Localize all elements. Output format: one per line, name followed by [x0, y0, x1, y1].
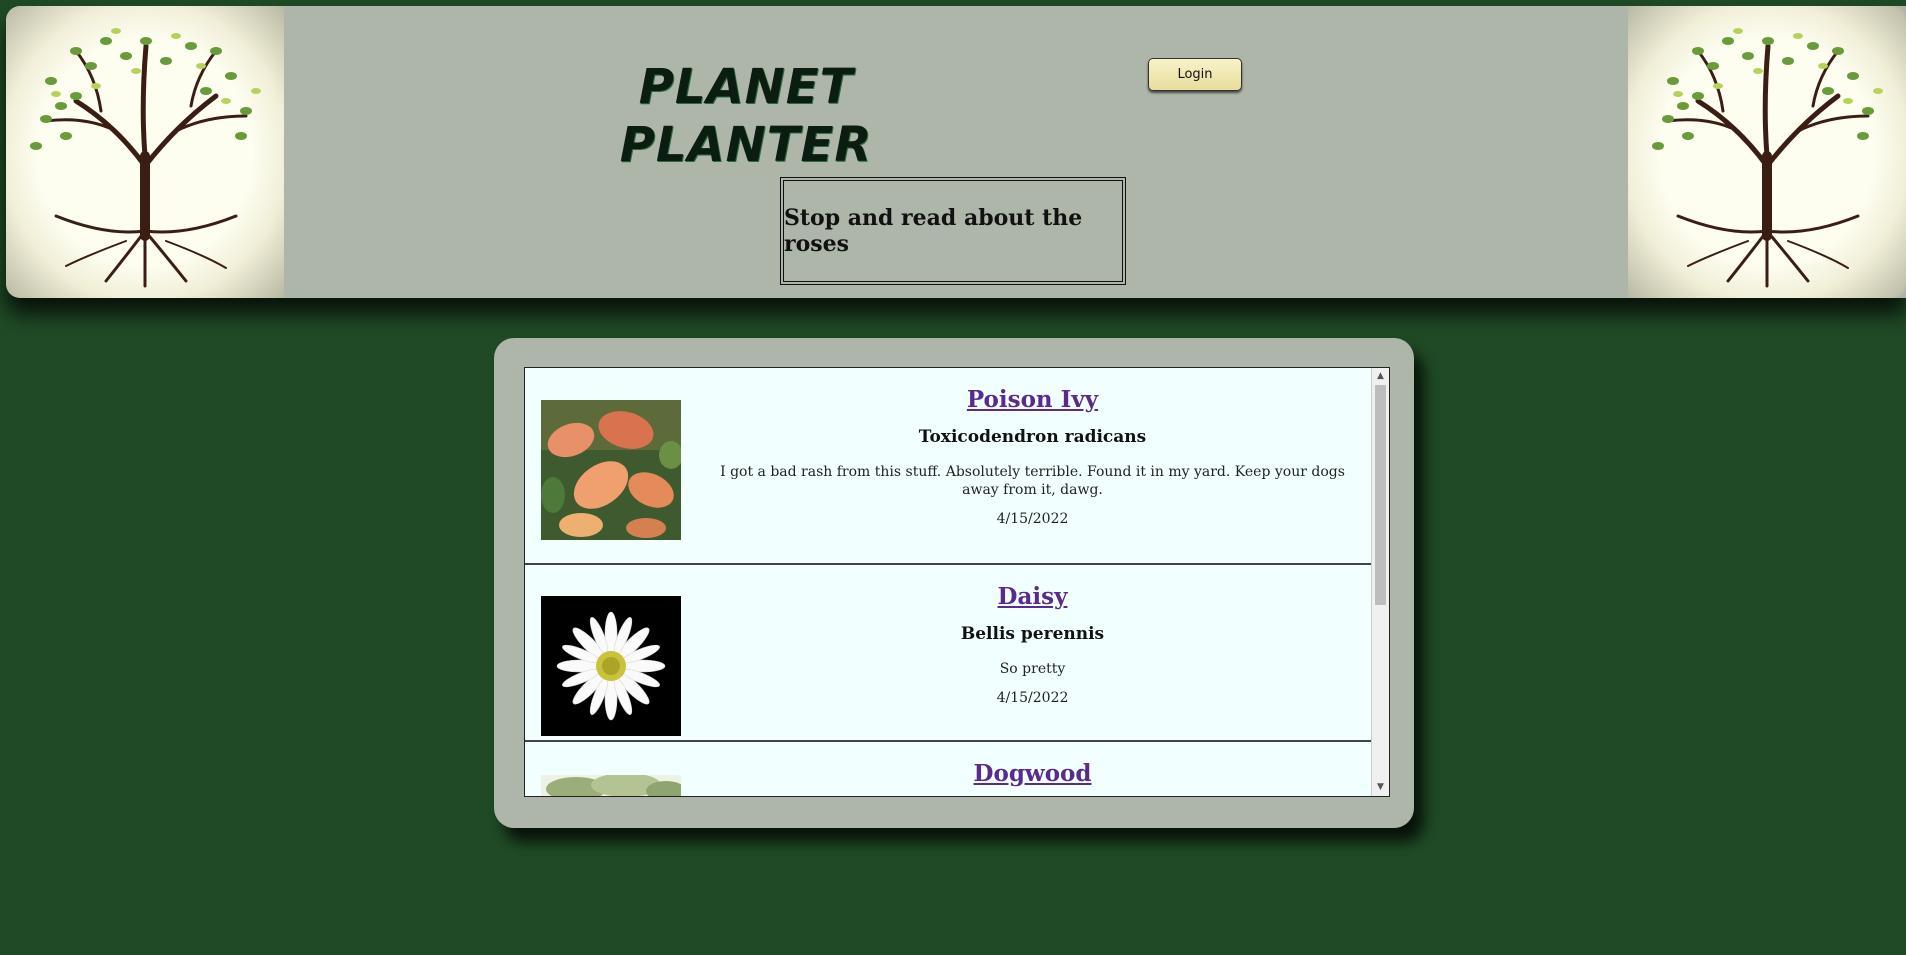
plant-scientific-name: Toxicodendron radicans: [918, 427, 1147, 447]
plant-name-link[interactable]: Dogwood: [700, 760, 1365, 787]
plant-date: 4/15/2022: [996, 511, 1069, 527]
tree-icon: [30, 28, 261, 288]
plant-comment: So pretty: [999, 661, 1066, 677]
tagline-box: Stop and read about the roses: [780, 177, 1126, 285]
site-header: PLANET PLANTER Login Stop and read about…: [6, 6, 1906, 298]
plant-card: Dogwood: [525, 742, 1371, 796]
plant-comment: I got a bad rash from this stuff. Absolu…: [720, 464, 1345, 498]
scrollbar-thumb[interactable]: [1375, 385, 1386, 605]
plant-info: Dogwood: [700, 760, 1365, 787]
tree-logo-left: [6, 6, 284, 298]
site-logo[interactable]: PLANET PLANTER: [606, 58, 886, 174]
plant-photo[interactable]: [541, 596, 681, 736]
plant-info: Poison Ivy Toxicodendron radicans I got …: [700, 386, 1365, 527]
logo-line-1: PLANET: [638, 59, 854, 115]
chevron-down-icon[interactable]: ▼: [1372, 779, 1389, 796]
plant-photo[interactable]: [541, 400, 681, 540]
plant-info: Daisy Bellis perennis So pretty 4/15/202…: [700, 583, 1365, 706]
tree-icon: [1652, 28, 1883, 288]
plant-card: Daisy Bellis perennis So pretty 4/15/202…: [525, 565, 1371, 742]
plant-photo[interactable]: [541, 775, 681, 796]
plant-date: 4/15/2022: [996, 690, 1069, 706]
login-button[interactable]: Login: [1148, 58, 1242, 91]
plant-name-link[interactable]: Daisy: [700, 583, 1365, 610]
plant-card: Poison Ivy Toxicodendron radicans I got …: [525, 368, 1371, 565]
chevron-up-icon[interactable]: ▲: [1372, 368, 1389, 385]
posts-panel: Poison Ivy Toxicodendron radicans I got …: [494, 338, 1414, 828]
logo-line-2: PLANTER: [619, 117, 873, 173]
posts-scroll-area[interactable]: Poison Ivy Toxicodendron radicans I got …: [524, 367, 1390, 797]
vertical-scrollbar[interactable]: ▲ ▼: [1371, 368, 1389, 796]
plant-name-link[interactable]: Poison Ivy: [700, 386, 1365, 413]
tree-logo-right: [1628, 6, 1906, 298]
plant-scientific-name: Bellis perennis: [960, 624, 1105, 644]
